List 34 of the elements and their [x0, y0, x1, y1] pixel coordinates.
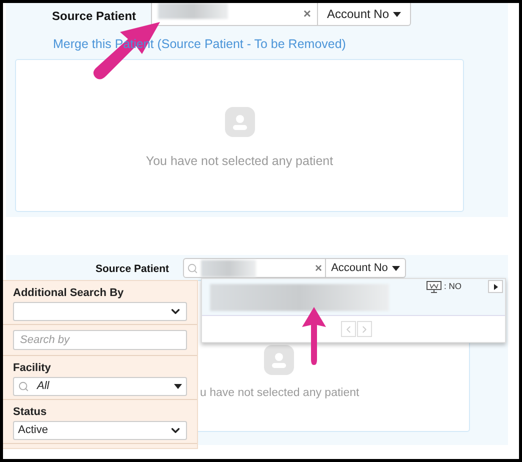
blurred-value [201, 260, 256, 276]
monitor-icon [426, 281, 442, 293]
select-field[interactable]: Active [13, 421, 187, 440]
person-icon [264, 345, 294, 375]
caret-icon [174, 384, 182, 389]
search-icon [187, 262, 198, 274]
status-text: : NO [444, 280, 462, 293]
account-dropdown[interactable]: Account No [326, 258, 406, 278]
search-icon [18, 381, 29, 392]
facility-field[interactable]: All [13, 377, 187, 396]
caret-icon [393, 12, 402, 16]
filter-label: Additional Search By [13, 286, 125, 300]
result-row[interactable]: : NO [202, 279, 505, 316]
play-icon [494, 284, 498, 290]
empty-message: You have not selected any patient [146, 152, 334, 170]
blurred-value [158, 3, 228, 19]
clear-button[interactable]: × [303, 4, 311, 24]
field-label: Source Patient [52, 8, 138, 25]
expand-button[interactable] [488, 280, 503, 293]
field-label: Source Patient [94, 262, 170, 277]
person-icon [224, 106, 254, 137]
next-page-button[interactable] [357, 321, 372, 337]
clear-button[interactable]: × [314, 259, 322, 277]
account-dropdown[interactable]: Account No [318, 3, 411, 26]
previous-page-button[interactable] [341, 321, 356, 337]
filter-label: Status [13, 405, 48, 419]
arrow-icon [302, 307, 326, 365]
patient-search-field[interactable]: × [183, 258, 326, 278]
select-field[interactable] [13, 302, 187, 321]
filter-label: Facility [13, 361, 52, 375]
search-field[interactable]: Search by [13, 330, 187, 350]
empty-message: u have not selected any patient [200, 386, 360, 401]
patient-search-field[interactable]: × [151, 3, 318, 26]
caret-icon [392, 266, 400, 270]
